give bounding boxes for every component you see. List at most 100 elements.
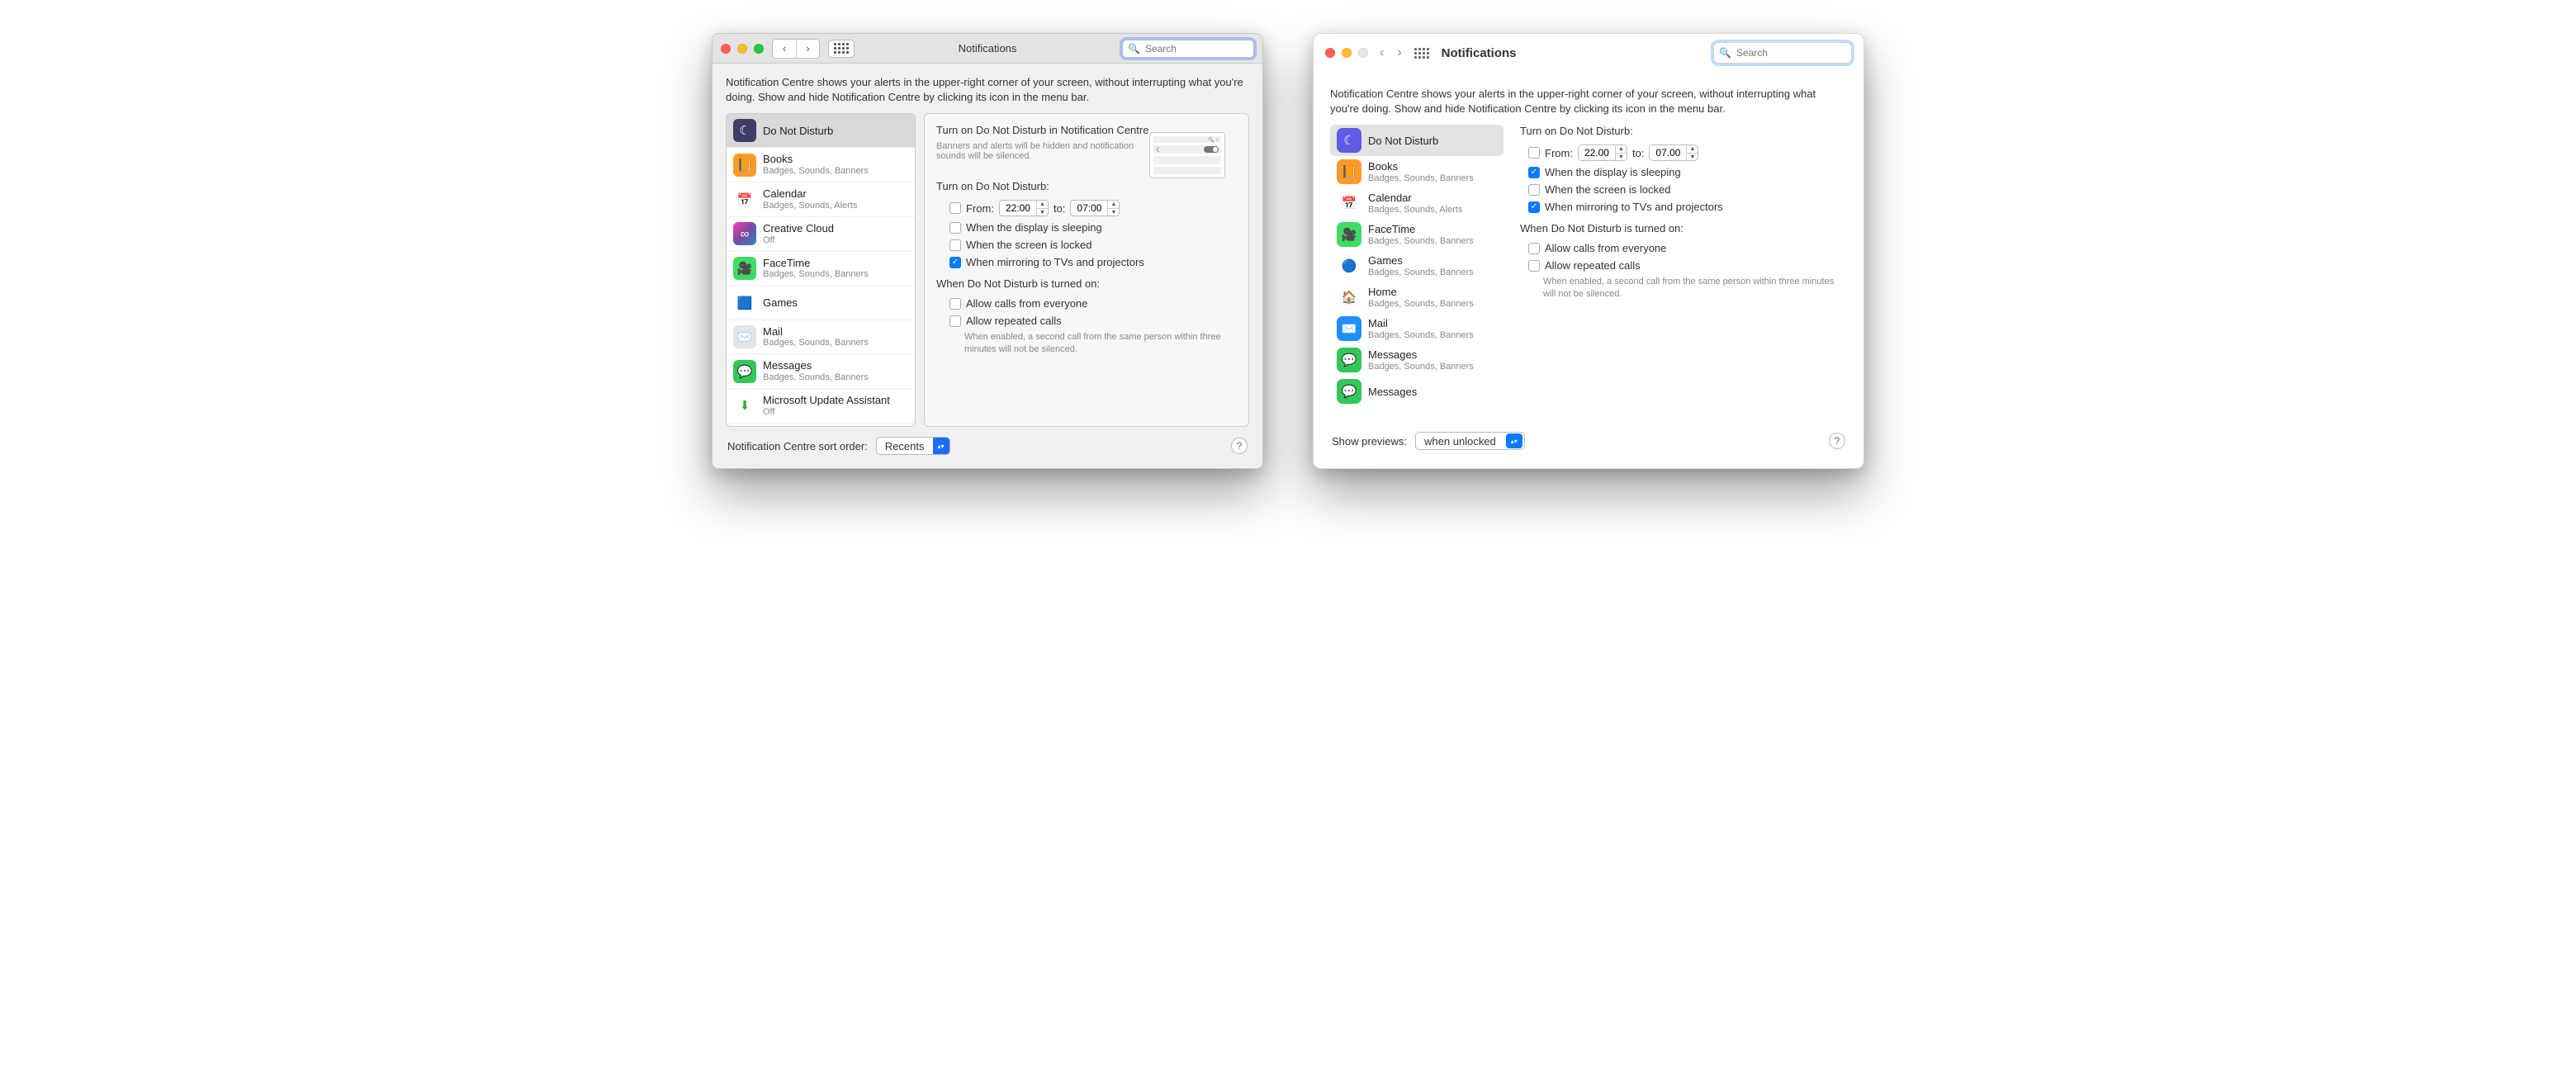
app-list[interactable]: ☾ Do Not Disturb 📙BooksBadges, Sounds, Ban… [1330, 125, 1503, 422]
sort-order-select[interactable]: Recents ▴▾ [876, 437, 950, 455]
sidebar-item[interactable]: 💬Messages [1330, 376, 1503, 407]
notification-thumb: 🔍 ≡ ☾ [1149, 132, 1225, 178]
to-time-input[interactable] [1071, 201, 1107, 215]
sleep-checkbox[interactable] [1528, 167, 1540, 178]
traffic-lights [1325, 48, 1368, 58]
search-input[interactable] [1735, 46, 1846, 59]
panes: ☾ Do Not Disturb 📙BooksBadges, Sounds, Ban… [1330, 125, 1847, 422]
chevron-right-icon: › [806, 42, 809, 54]
stepper-icon[interactable]: ▲▼ [1036, 201, 1048, 216]
app-icon: 🔵 [1337, 253, 1361, 278]
dnd-subtext: Banners and alerts will be hidden and no… [936, 141, 1154, 161]
sidebar-item-label: Calendar [763, 187, 857, 201]
sidebar-item[interactable]: 💬MessagesBadges, Sounds, Banners [727, 354, 915, 389]
stepper-icon[interactable]: ▲▼ [1686, 145, 1698, 160]
close-button[interactable] [1325, 48, 1335, 58]
forward-button[interactable]: › [1397, 45, 1401, 60]
from-time-field[interactable]: ▲▼ [999, 200, 1049, 216]
from-time-input[interactable] [1000, 201, 1036, 215]
section-turn-on: Turn on Do Not Disturb: [936, 180, 1237, 192]
from-time-field[interactable]: ▲▼ [1578, 144, 1627, 161]
sidebar-item[interactable]: 🎥FaceTimeBadges, Sounds, Banners [727, 252, 915, 287]
to-time-field[interactable]: ▲▼ [1070, 200, 1120, 216]
zoom-button[interactable] [754, 44, 764, 54]
sidebar-item[interactable]: ∞Creative CloudOff [727, 217, 915, 252]
from-time-input[interactable] [1579, 146, 1615, 159]
zoom-button[interactable] [1358, 48, 1368, 58]
minimize-button[interactable] [737, 44, 747, 54]
sidebar-item-sub: Badges, Sounds, Alerts [763, 201, 857, 211]
app-icon: ∞ [733, 222, 756, 245]
forward-button[interactable]: › [796, 40, 819, 58]
repeat-checkbox[interactable] [949, 315, 961, 327]
app-icon: 🟦 [733, 291, 756, 315]
to-time-input[interactable] [1650, 146, 1686, 159]
window-title: Notifications [959, 42, 1017, 54]
opt-sleep: When the display is sleeping [1545, 166, 1681, 178]
close-button[interactable] [721, 44, 731, 54]
previews-value: when unlocked [1416, 435, 1504, 448]
sidebar-item-label: Messages [1368, 348, 1474, 362]
repeat-checkbox[interactable] [1528, 260, 1540, 272]
sidebar-item[interactable]: 📅CalendarBadges, Sounds, Alerts [727, 182, 915, 217]
help-button[interactable]: ? [1231, 438, 1248, 454]
calls-checkbox[interactable] [949, 298, 961, 310]
sidebar-item-label: Books [763, 153, 869, 166]
traffic-lights [721, 44, 764, 54]
app-list[interactable]: ☾Do Not Disturb📙BooksBadges, Sounds, Ban… [726, 113, 916, 427]
sidebar-item[interactable]: ☾Do Not Disturb [727, 114, 915, 148]
sidebar-item-sub: Badges, Sounds, Banners [763, 166, 869, 177]
app-icon: 🎥 [1337, 222, 1361, 247]
minimize-button[interactable] [1342, 48, 1352, 58]
sidebar-item[interactable]: ⬇Microsoft Update AssistantOff [727, 389, 915, 424]
sidebar-item-label: Mail [1368, 317, 1474, 330]
chevron-updown-icon: ▴▾ [933, 438, 949, 454]
mirror-checkbox[interactable] [949, 257, 961, 268]
sidebar-item[interactable]: 🏠HomeBadges, Sounds, Banners [1330, 282, 1503, 313]
lock-checkbox[interactable] [949, 239, 961, 251]
search-field[interactable]: 🔍 [1713, 42, 1852, 64]
opt-lock: When the screen is locked [966, 239, 1091, 251]
back-button[interactable]: ‹ [773, 40, 796, 58]
show-all-button[interactable] [1413, 44, 1430, 62]
stepper-icon[interactable]: ▲▼ [1615, 145, 1627, 160]
search-icon: 🔍 [1128, 43, 1140, 54]
row-from: From: ▲▼ to: ▲▼ [936, 197, 1237, 219]
sidebar-item-sub: Badges, Sounds, Banners [1368, 236, 1474, 247]
sidebar-item[interactable]: 💬MessagesBadges, Sounds, Banners [1330, 344, 1503, 376]
search-input[interactable] [1144, 42, 1248, 55]
show-all-button[interactable] [828, 40, 855, 58]
section-when-on: When Do Not Disturb is turned on: [1520, 222, 1844, 234]
opt-sleep: When the display is sleeping [966, 221, 1102, 234]
sidebar-item[interactable]: 🟦Games [727, 287, 915, 320]
sidebar-item[interactable]: 🎥FaceTimeBadges, Sounds, Banners [1330, 219, 1503, 250]
to-time-field[interactable]: ▲▼ [1649, 144, 1698, 161]
sidebar-item[interactable]: 🔵 GamesBadges, Sounds, Banners [1330, 250, 1503, 282]
sidebar-item-label: Messages [1368, 386, 1417, 399]
from-checkbox[interactable] [1528, 147, 1540, 159]
sidebar-item[interactable]: ✉️MailBadges, Sounds, Banners [1330, 313, 1503, 344]
previews-select[interactable]: when unlocked ▴▾ [1415, 432, 1525, 450]
calls-checkbox[interactable] [1528, 243, 1540, 254]
back-button[interactable]: ‹ [1380, 45, 1384, 60]
sidebar-item[interactable]: ✉️MailBadges, Sounds, Banners [727, 320, 915, 355]
from-label: From: [1545, 147, 1573, 159]
stepper-icon[interactable]: ▲▼ [1107, 201, 1119, 216]
sidebar-item-label: Games [1368, 254, 1474, 268]
sidebar-item[interactable]: 📅CalendarBadges, Sounds, Alerts [1330, 187, 1503, 219]
mirror-checkbox[interactable] [1528, 201, 1540, 213]
sort-order-value: Recents [877, 440, 933, 452]
sidebar-item-sub: Badges, Sounds, Banners [1368, 268, 1474, 278]
opt-repeat: Allow repeated calls [966, 315, 1062, 327]
sidebar-item[interactable]: 📙BooksBadges, Sounds, Banners [1330, 156, 1503, 187]
sidebar-item[interactable]: ☾ Do Not Disturb [1330, 125, 1503, 156]
sidebar-item-label: Do Not Disturb [1368, 135, 1438, 148]
search-field[interactable]: 🔍 [1122, 40, 1254, 58]
sidebar-item-sub: Off [763, 407, 890, 418]
app-icon: ☾ [1337, 128, 1361, 153]
help-button[interactable]: ? [1829, 433, 1845, 449]
lock-checkbox[interactable] [1528, 184, 1540, 196]
from-checkbox[interactable] [949, 202, 961, 214]
sleep-checkbox[interactable] [949, 222, 961, 234]
sidebar-item[interactable]: 📙BooksBadges, Sounds, Banners [727, 148, 915, 182]
